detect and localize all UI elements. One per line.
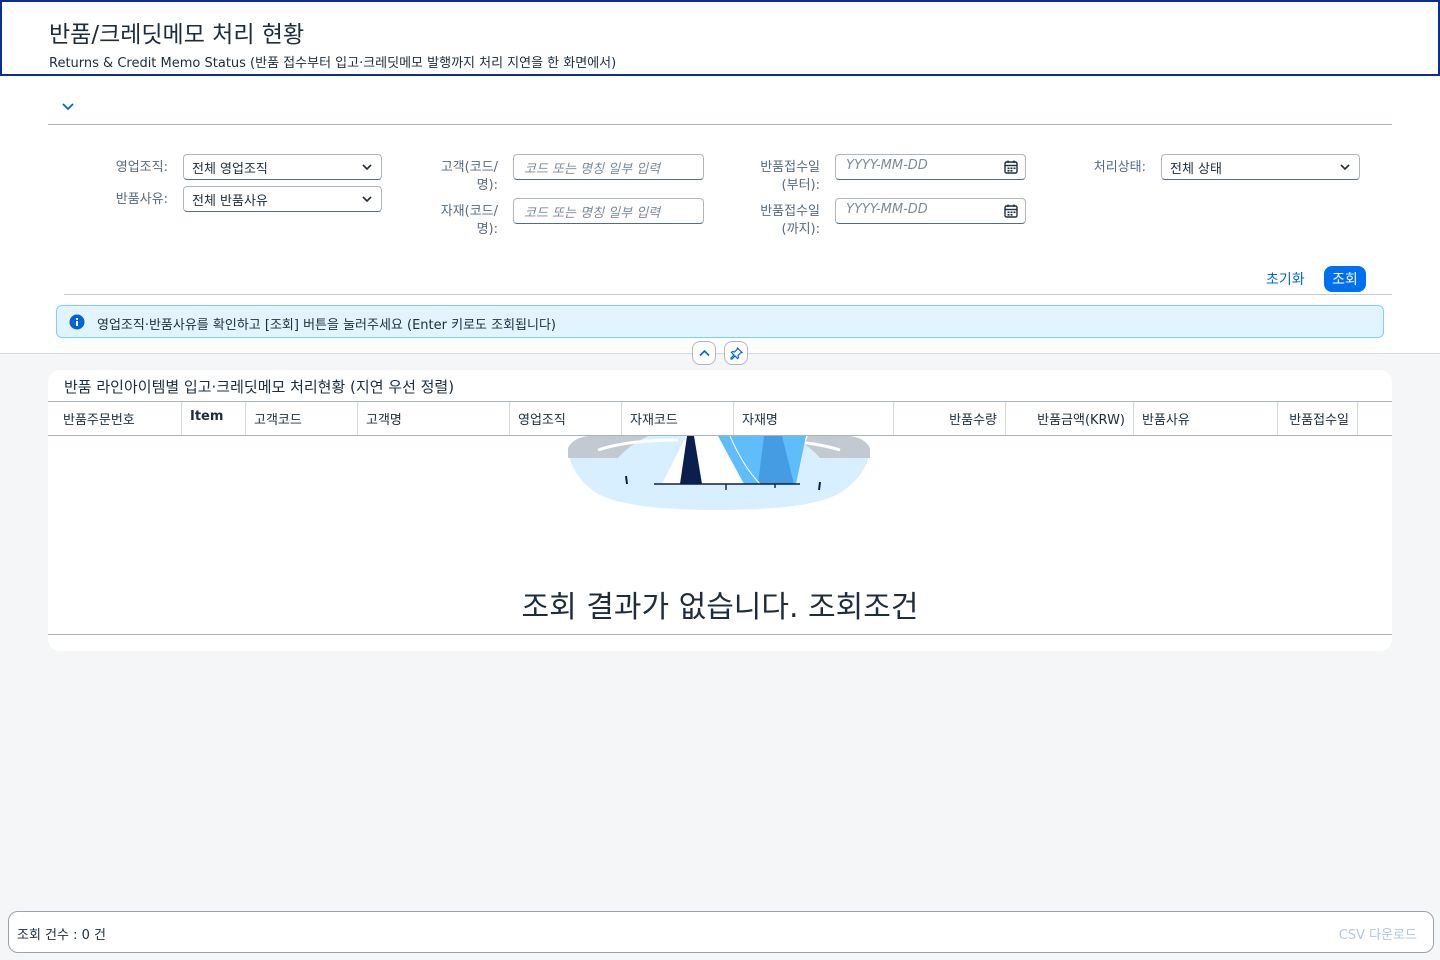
info-message-text: 영업조직·반품사유를 확인하고 [조회] 버튼을 눌러주세요 (Enter 키로…: [97, 318, 556, 333]
material-placeholder: 코드 또는 명칭 일부 입력: [524, 206, 661, 221]
date-to-label-line1: 반품접수일: [760, 204, 820, 219]
return-reason-select[interactable]: 전체 반품사유: [183, 186, 382, 212]
page-title: 반품/크레딧메모 처리 현황: [49, 22, 305, 48]
collapse-header-button[interactable]: [692, 341, 716, 365]
column-header[interactable]: Item: [182, 402, 246, 435]
search-button[interactable]: 조회: [1324, 266, 1366, 292]
reset-button[interactable]: 초기화: [1258, 266, 1313, 292]
column-header[interactable]: 자재코드: [622, 402, 734, 435]
customer-label-line2: 명):: [476, 178, 498, 193]
material-label-line1: 자재(코드/: [440, 204, 498, 219]
divider: [64, 294, 1392, 295]
column-header[interactable]: 고객코드: [246, 402, 358, 435]
info-icon: [69, 314, 85, 330]
status-label: 처리상태:: [1093, 160, 1146, 175]
customer-input[interactable]: 코드 또는 명칭 일부 입력: [513, 154, 704, 180]
date-to-input[interactable]: YYYY-MM-DD: [835, 198, 1026, 224]
date-from-label: 반품접수일 (부터):: [720, 159, 820, 195]
status-select[interactable]: 전체 상태: [1161, 154, 1360, 180]
column-header[interactable]: 반품금액(KRW): [1006, 402, 1134, 435]
customer-label-line1: 고객(코드/: [440, 160, 498, 175]
info-message-strip: 영업조직·반품사유를 확인하고 [조회] 버튼을 눌러주세요 (Enter 키로…: [56, 305, 1384, 338]
date-from-placeholder: YYYY-MM-DD: [846, 158, 928, 173]
page-subtitle: Returns & Credit Memo Status (반품 접수부터 입고…: [49, 56, 617, 71]
customer-placeholder: 코드 또는 명칭 일부 입력: [524, 162, 661, 177]
chevron-down-icon: [1340, 164, 1350, 171]
table-header-row: 반품주문번호 Item 고객코드 고객명 영업조직 자재코드 자재명 반품수량 …: [48, 401, 1392, 436]
divider: [48, 124, 1392, 125]
date-to-label: 반품접수일 (까지):: [720, 203, 820, 239]
return-reason-value: 전체 반품사유: [192, 194, 268, 209]
pin-icon: [730, 347, 743, 360]
column-header[interactable]: 반품주문번호: [55, 402, 182, 435]
no-data-illustration: [568, 436, 870, 510]
column-header[interactable]: 반품접수일: [1278, 402, 1358, 435]
results-table-panel: 반품 라인아이템별 입고·크레딧메모 처리현황 (지연 우선 정렬) 반품주문번…: [48, 370, 1392, 651]
column-header[interactable]: 고객명: [358, 402, 510, 435]
column-header[interactable]: 반품사유: [1134, 402, 1278, 435]
calendar-icon[interactable]: [1003, 159, 1019, 175]
date-from-input[interactable]: YYYY-MM-DD: [835, 154, 1026, 180]
return-reason-label: 반품사유:: [115, 192, 168, 207]
date-to-label-line2: (까지):: [781, 222, 820, 237]
customer-label: 고객(코드/ 명):: [400, 159, 498, 195]
calendar-icon[interactable]: [1003, 203, 1019, 219]
material-label: 자재(코드/ 명):: [400, 203, 498, 239]
csv-download-button[interactable]: CSV 다운로드: [1339, 924, 1417, 943]
status-value: 전체 상태: [1170, 162, 1222, 177]
material-input[interactable]: 코드 또는 명칭 일부 입력: [513, 198, 704, 224]
material-label-line2: 명):: [476, 222, 498, 237]
sales-org-label: 영업조직:: [115, 160, 168, 175]
footer-toolbar: 조회 건수 : 0 건 CSV 다운로드: [8, 911, 1434, 953]
page-header: 반품/크레딧메모 처리 현황 Returns & Credit Memo Sta…: [0, 0, 1440, 76]
date-from-label-line1: 반품접수일: [760, 160, 820, 175]
sales-org-select[interactable]: 전체 영업조직: [183, 154, 382, 180]
column-header[interactable]: 영업조직: [510, 402, 622, 435]
chevron-down-icon[interactable]: [60, 98, 76, 114]
date-to-placeholder: YYYY-MM-DD: [846, 202, 928, 217]
chevron-down-icon: [362, 196, 372, 203]
table-title: 반품 라인아이템별 입고·크레딧메모 처리현황 (지연 우선 정렬): [64, 378, 455, 396]
result-count: 조회 건수 : 0 건: [17, 928, 106, 943]
column-header[interactable]: 자재명: [734, 402, 894, 435]
pin-header-button[interactable]: [724, 341, 748, 365]
chevron-up-icon: [699, 349, 710, 357]
divider: [48, 634, 1392, 635]
filter-bar: 영업조직: 전체 영업조직 반품사유: 전체 반품사유 고객(코드/ 명): 코…: [0, 76, 1440, 354]
chevron-down-icon: [362, 164, 372, 171]
date-from-label-line2: (부터):: [781, 178, 820, 193]
empty-table-message: 조회 결과가 없습니다. 조회조건: [521, 590, 919, 625]
column-header[interactable]: 반품수량: [894, 402, 1006, 435]
sales-org-value: 전체 영업조직: [192, 162, 268, 177]
